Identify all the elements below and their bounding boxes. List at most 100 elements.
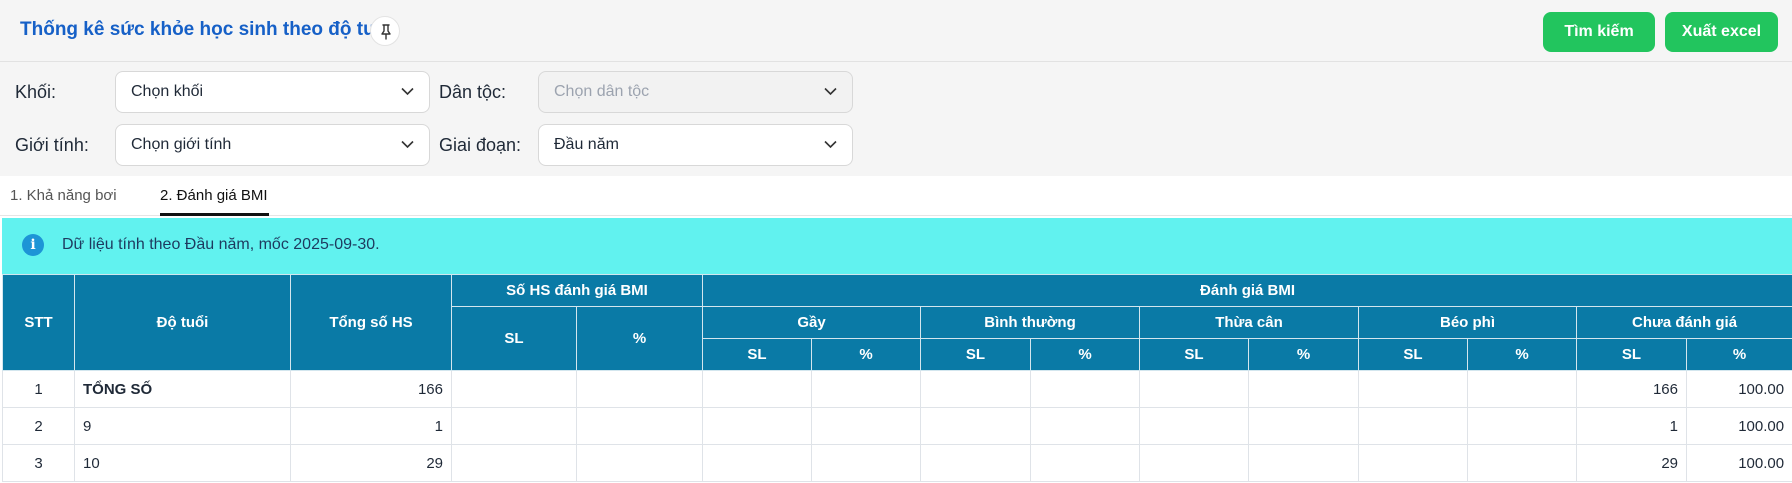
cell-empty xyxy=(811,407,921,445)
export-excel-button[interactable]: Xuất excel xyxy=(1665,12,1778,52)
col-total: Tổng số HS xyxy=(290,274,452,371)
cell-empty xyxy=(1467,444,1577,482)
col-obese-sl: SL xyxy=(1358,338,1468,371)
pin-icon xyxy=(381,24,391,40)
col-not-evaluated-sl: SL xyxy=(1576,338,1687,371)
grade-select-value: Chọn khối xyxy=(131,83,204,100)
cell-empty xyxy=(1358,444,1468,482)
cell-empty xyxy=(1358,407,1468,445)
cell-empty xyxy=(1030,444,1140,482)
col-not-evaluated: Chưa đánh giá xyxy=(1575,306,1792,339)
cell-total: 166 xyxy=(290,370,452,408)
ethnicity-select-value: Chọn dân tộc xyxy=(554,83,650,100)
cell-empty xyxy=(1467,370,1577,408)
cell-empty xyxy=(1139,370,1249,408)
gender-select-value: Chọn giới tính xyxy=(131,136,232,153)
cell-age: TỔNG SỐ xyxy=(74,370,291,408)
cell-empty xyxy=(702,407,812,445)
page-header: Thống kê sức khỏe học sinh theo độ tuổi … xyxy=(0,0,1792,62)
chevron-down-icon xyxy=(401,87,414,96)
cell-empty xyxy=(1030,370,1140,408)
filter-panel: Khối: Chọn khối Dân tộc: Chọn dân tộc Gi… xyxy=(0,62,1792,176)
cell-empty xyxy=(1467,407,1577,445)
period-label: Giai đoạn: xyxy=(439,135,522,155)
col-obese-pct: % xyxy=(1467,338,1577,371)
ethnicity-label: Dân tộc: xyxy=(439,82,507,102)
cell-empty xyxy=(451,444,577,482)
col-bmi: Đánh giá BMI xyxy=(701,274,1792,307)
col-evaluated-pct: % xyxy=(576,306,703,371)
col-overweight-pct: % xyxy=(1248,338,1359,371)
cell-empty xyxy=(920,370,1031,408)
info-icon: i xyxy=(22,234,44,256)
cell-empty xyxy=(576,370,703,408)
tab-bmi[interactable]: 2. Đánh giá BMI xyxy=(160,187,268,204)
bmi-table: STT Độ tuổi Tổng số HS Số HS đánh giá BM… xyxy=(2,274,1792,482)
cell-empty xyxy=(451,370,577,408)
cell-empty xyxy=(1139,407,1249,445)
chevron-down-icon xyxy=(824,87,837,96)
period-select-value: Đầu năm xyxy=(554,136,619,153)
col-obese: Béo phì xyxy=(1358,306,1577,339)
cell-not-evaluated-sl: 29 xyxy=(1576,444,1687,482)
cell-not-evaluated-sl: 166 xyxy=(1576,370,1687,408)
info-alert: i Dữ liệu tính theo Đầu năm, mốc 2025-09… xyxy=(2,218,1792,274)
alert-message: Dữ liệu tính theo Đầu năm, mốc 2025-09-3… xyxy=(62,236,380,253)
tab-swimming[interactable]: 1. Khả năng bơi xyxy=(10,187,117,204)
cell-empty xyxy=(1248,444,1359,482)
cell-empty xyxy=(1030,407,1140,445)
cell-not-evaluated-sl: 1 xyxy=(1576,407,1687,445)
search-button[interactable]: Tìm kiếm xyxy=(1543,12,1655,52)
col-age: Độ tuổi xyxy=(74,274,291,371)
cell-not-evaluated-pct: 100.00 xyxy=(1685,444,1792,482)
cell-total: 29 xyxy=(290,444,452,482)
page-title: Thống kê sức khỏe học sinh theo độ tuổi xyxy=(20,19,392,40)
cell-empty xyxy=(702,444,812,482)
table-row: 1 TỔNG SỐ 166 166 100.00 xyxy=(2,370,1792,408)
col-evaluated-sl: SL xyxy=(451,306,577,371)
ethnicity-select[interactable]: Chọn dân tộc xyxy=(538,71,853,113)
cell-stt: 2 xyxy=(2,407,75,445)
cell-not-evaluated-pct: 100.00 xyxy=(1685,370,1792,408)
cell-empty xyxy=(576,407,703,445)
cell-empty xyxy=(576,444,703,482)
table-row: 3 10 29 29 100.00 xyxy=(2,444,1792,482)
cell-stt: 1 xyxy=(2,370,75,408)
col-thin: Gầy xyxy=(702,306,921,339)
col-not-evaluated-pct: % xyxy=(1685,338,1792,371)
chevron-down-icon xyxy=(824,140,837,149)
grade-select[interactable]: Chọn khối xyxy=(115,71,430,113)
cell-age: 10 xyxy=(74,444,291,482)
pin-button[interactable] xyxy=(370,16,400,46)
cell-empty xyxy=(1248,407,1359,445)
cell-empty xyxy=(920,444,1031,482)
col-stt: STT xyxy=(2,274,75,371)
cell-empty xyxy=(1248,370,1359,408)
gender-select[interactable]: Chọn giới tính xyxy=(115,124,430,166)
col-normal-sl: SL xyxy=(920,338,1031,371)
cell-empty xyxy=(811,370,921,408)
cell-empty xyxy=(811,444,921,482)
active-tab-indicator xyxy=(160,213,269,216)
cell-stt: 3 xyxy=(2,444,75,482)
cell-empty xyxy=(702,370,812,408)
table-row: 2 9 1 1 100.00 xyxy=(2,407,1792,445)
cell-total: 1 xyxy=(290,407,452,445)
chevron-down-icon xyxy=(401,140,414,149)
grade-label: Khối: xyxy=(15,82,57,102)
cell-empty xyxy=(1358,370,1468,408)
col-overweight-sl: SL xyxy=(1139,338,1249,371)
col-evaluated: Số HS đánh giá BMI xyxy=(451,274,703,307)
col-thin-sl: SL xyxy=(702,338,812,371)
col-normal-pct: % xyxy=(1030,338,1140,371)
col-normal: Bình thường xyxy=(920,306,1140,339)
cell-empty xyxy=(920,407,1031,445)
cell-not-evaluated-pct: 100.00 xyxy=(1685,407,1792,445)
cell-age: 9 xyxy=(74,407,291,445)
cell-empty xyxy=(451,407,577,445)
cell-empty xyxy=(1139,444,1249,482)
gender-label: Giới tính: xyxy=(15,135,89,155)
tab-bar: 1. Khả năng bơi 2. Đánh giá BMI xyxy=(0,176,1792,216)
period-select[interactable]: Đầu năm xyxy=(538,124,853,166)
col-overweight: Thừa cân xyxy=(1139,306,1359,339)
